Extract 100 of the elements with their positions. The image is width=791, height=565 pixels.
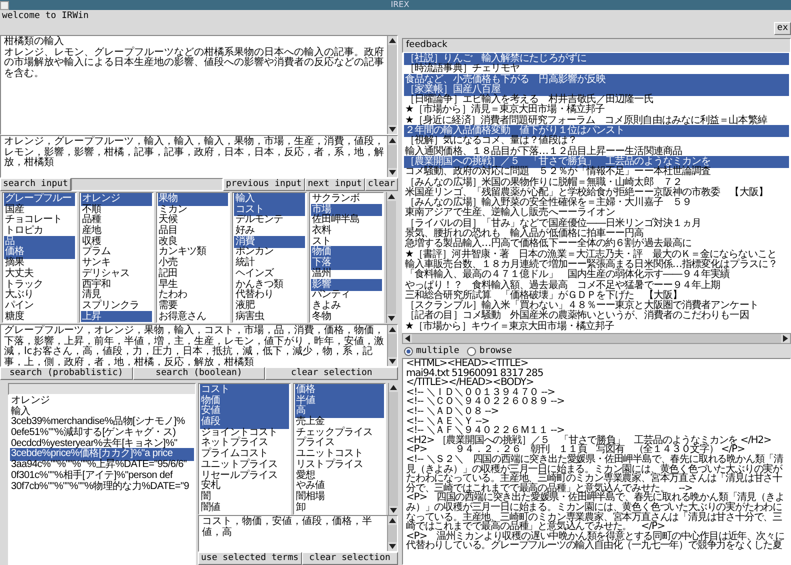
list-item[interactable]: ユニットプライス (200, 460, 289, 470)
list-item[interactable]: 闇 (200, 492, 289, 503)
list-item[interactable]: 大丈夫 (4, 268, 75, 280)
vertical-scrollbar[interactable] (387, 516, 397, 551)
list-item[interactable]: やみ値 (295, 481, 384, 492)
list-item[interactable]: 闇値 (200, 502, 289, 514)
term-button[interactable]: clear selection (302, 552, 398, 565)
dictionary-entry[interactable]: 輸入 (10, 406, 194, 418)
list-item[interactable]: 清見 (80, 290, 152, 301)
dictionary-entry[interactable]: 3aa94c%""%""%""%上昇%DATE="95/6/6" (10, 460, 194, 471)
article-title[interactable]: ★［市場から］清見＝東京大田市場・橘立邦子 (404, 105, 789, 116)
list-item[interactable]: 産地 (80, 226, 152, 237)
dictionary-entry[interactable]: 30f7cb%""%""%""%物理的な力%DATE="9 (10, 482, 194, 492)
vertical-scrollbar[interactable] (387, 36, 397, 134)
article-title[interactable]: ２年間の輸入品価格変動 値下がり１位はパンスト (404, 126, 789, 136)
query-text-area[interactable]: 柑橘類の輸入 オレンジ、レモン、グレープフルーツなどの柑橘系果物の日本への輸入の記事。政府の市場解放や輸入による日本生産地の影響、値段への影響や消費者の反応などの記事を含む。 (0, 35, 398, 135)
dictionary-entry[interactable]: 0f301c%""%相手[アイテ]%"person def (10, 470, 194, 482)
list-item[interactable]: ユニットコスト (295, 449, 384, 460)
vertical-scrollbar[interactable] (388, 383, 398, 515)
list-item[interactable]: 下落 (311, 258, 382, 269)
arrow-up-icon[interactable] (388, 136, 397, 145)
list-item[interactable]: 摘果 (4, 258, 75, 269)
list-item[interactable]: 早生 (158, 280, 228, 290)
list-item[interactable]: 安値 (200, 406, 289, 418)
list-item[interactable]: 売上金 (295, 417, 384, 428)
article-title[interactable]: ★［書評］河井智康・著 日本の漁業＝大江志乃夫・評 最大のＫ＝金にならないこと (404, 250, 789, 260)
list-item[interactable]: 愛想 (295, 470, 384, 482)
list-item[interactable]: 冬物 (311, 312, 382, 322)
vertical-scrollbar[interactable] (387, 136, 397, 177)
list-item[interactable]: 果物 (158, 194, 228, 205)
radio-icon[interactable] (404, 346, 413, 356)
list-item[interactable]: 品目 (158, 226, 228, 237)
list-item[interactable]: 卸 (295, 502, 384, 514)
list-item[interactable]: 温州 (311, 268, 382, 280)
input-button[interactable]: search input (0, 178, 72, 191)
list-item[interactable]: 代替わり (234, 290, 306, 301)
list-item[interactable]: デリシャス (80, 268, 152, 280)
horizontal-scrollbar[interactable] (402, 333, 791, 344)
list-item[interactable]: 大ぶり (4, 290, 75, 301)
list-item[interactable]: たわわ (158, 290, 228, 301)
list-item[interactable]: 統計 (234, 258, 306, 269)
term-button[interactable]: use selected terms (198, 552, 302, 565)
input-button[interactable]: next input (304, 178, 365, 191)
mode-radio[interactable]: browse (467, 346, 512, 356)
list-item[interactable]: トロピカ (4, 226, 75, 237)
arrow-down-icon[interactable] (388, 125, 397, 134)
article-title[interactable]: ★［市場から］キウイ＝東京大田市場・橘立邦子 (404, 322, 789, 332)
article-title[interactable]: 東南アジアで生産、逆輸入し販売へーーライオン (404, 208, 789, 219)
window-menu-icon[interactable] (0, 0, 9, 10)
dictionary-entry[interactable]: オレンジ (10, 396, 194, 407)
vertical-scrollbar[interactable] (386, 192, 396, 323)
list-item[interactable]: トラック (4, 280, 75, 290)
list-item[interactable]: 輸入 (234, 194, 306, 205)
list-item[interactable]: パイン (4, 300, 75, 312)
list-item[interactable]: ヘインズ (234, 268, 306, 280)
arrow-up-icon[interactable] (389, 383, 398, 392)
list-item[interactable]: 需要 (158, 300, 228, 312)
arrow-down-icon[interactable] (388, 168, 397, 177)
list-item[interactable]: パンティ (311, 290, 382, 301)
radio-icon[interactable] (467, 346, 476, 356)
vertical-scrollbar[interactable] (387, 325, 397, 366)
list-item[interactable]: リストプライス (295, 460, 384, 470)
article-title[interactable]: やっぱり！？ 食料輸入額、過去最高 コメ不足や猛暑でーー９４年上期 (404, 280, 789, 291)
list-item[interactable]: 好み (234, 226, 306, 237)
dictionary-field[interactable] (8, 383, 196, 395)
article-title[interactable]: 食品など、小売価格も下がる 円高影響が反映 (404, 74, 789, 85)
search-button[interactable]: search (boolean) (132, 367, 266, 380)
mode-radio[interactable]: multiple (404, 346, 460, 356)
list-item[interactable]: スプリンクラ (80, 300, 152, 312)
list-item[interactable]: チョコレート (4, 215, 75, 226)
arrow-down-icon[interactable] (389, 506, 398, 515)
arrow-down-icon[interactable] (388, 542, 397, 551)
list-item[interactable]: 収穫 (80, 236, 152, 248)
search-button[interactable]: search (probablistic) (0, 367, 133, 380)
list-item[interactable]: プライス (295, 438, 384, 450)
arrow-down-icon[interactable] (388, 357, 397, 366)
list-item[interactable]: プライムコスト (200, 449, 289, 460)
search-button[interactable]: clear selection (265, 367, 398, 380)
list-item[interactable]: ミカン (158, 204, 228, 216)
list-item[interactable]: 消費 (234, 236, 306, 248)
list-item[interactable]: きよみ (311, 300, 382, 312)
list-item[interactable]: 上昇 (80, 312, 152, 322)
arrow-up-icon[interactable] (387, 192, 396, 201)
article-title[interactable]: 「食料輸入、最高の４７１億ドル」 国内生産の弱体化示す――９４年実績 (404, 270, 789, 281)
dictionary-entry[interactable]: 3cebde%price%価格[カカク]%"a price (10, 449, 194, 460)
list-item[interactable]: コスト (234, 204, 306, 216)
list-item[interactable]: 糖度 (4, 312, 75, 322)
arrow-left-icon[interactable] (403, 334, 412, 343)
list-item[interactable]: お得意さん (158, 312, 228, 322)
list-item[interactable]: 液肥 (234, 300, 306, 312)
list-item[interactable]: スト (311, 236, 382, 248)
article-title[interactable]: ★［身近に経済］消費者問題研究フォーラム コメ原則自由はみなに利益＝山本繁綽 (404, 116, 789, 126)
list-item[interactable]: 値段 (200, 417, 289, 428)
list-item[interactable]: 半値 (295, 396, 384, 406)
arrow-up-icon[interactable] (388, 36, 397, 45)
article-title[interactable]: 輸入通関価格、１８品目が下落…１２品目上昇ーー生活関連商品 (404, 146, 789, 157)
dictionary-entry[interactable]: 0ecdcd%yesteryear%去年[キョネン]%" (10, 438, 194, 450)
list-item[interactable]: 国産 (4, 204, 75, 216)
list-item[interactable]: デルモンテ (234, 215, 306, 226)
article-title[interactable]: ［記者の目］コメ騒動 外国産米の農薬怖いというが、消費者のこだわりも一因 (404, 311, 789, 322)
